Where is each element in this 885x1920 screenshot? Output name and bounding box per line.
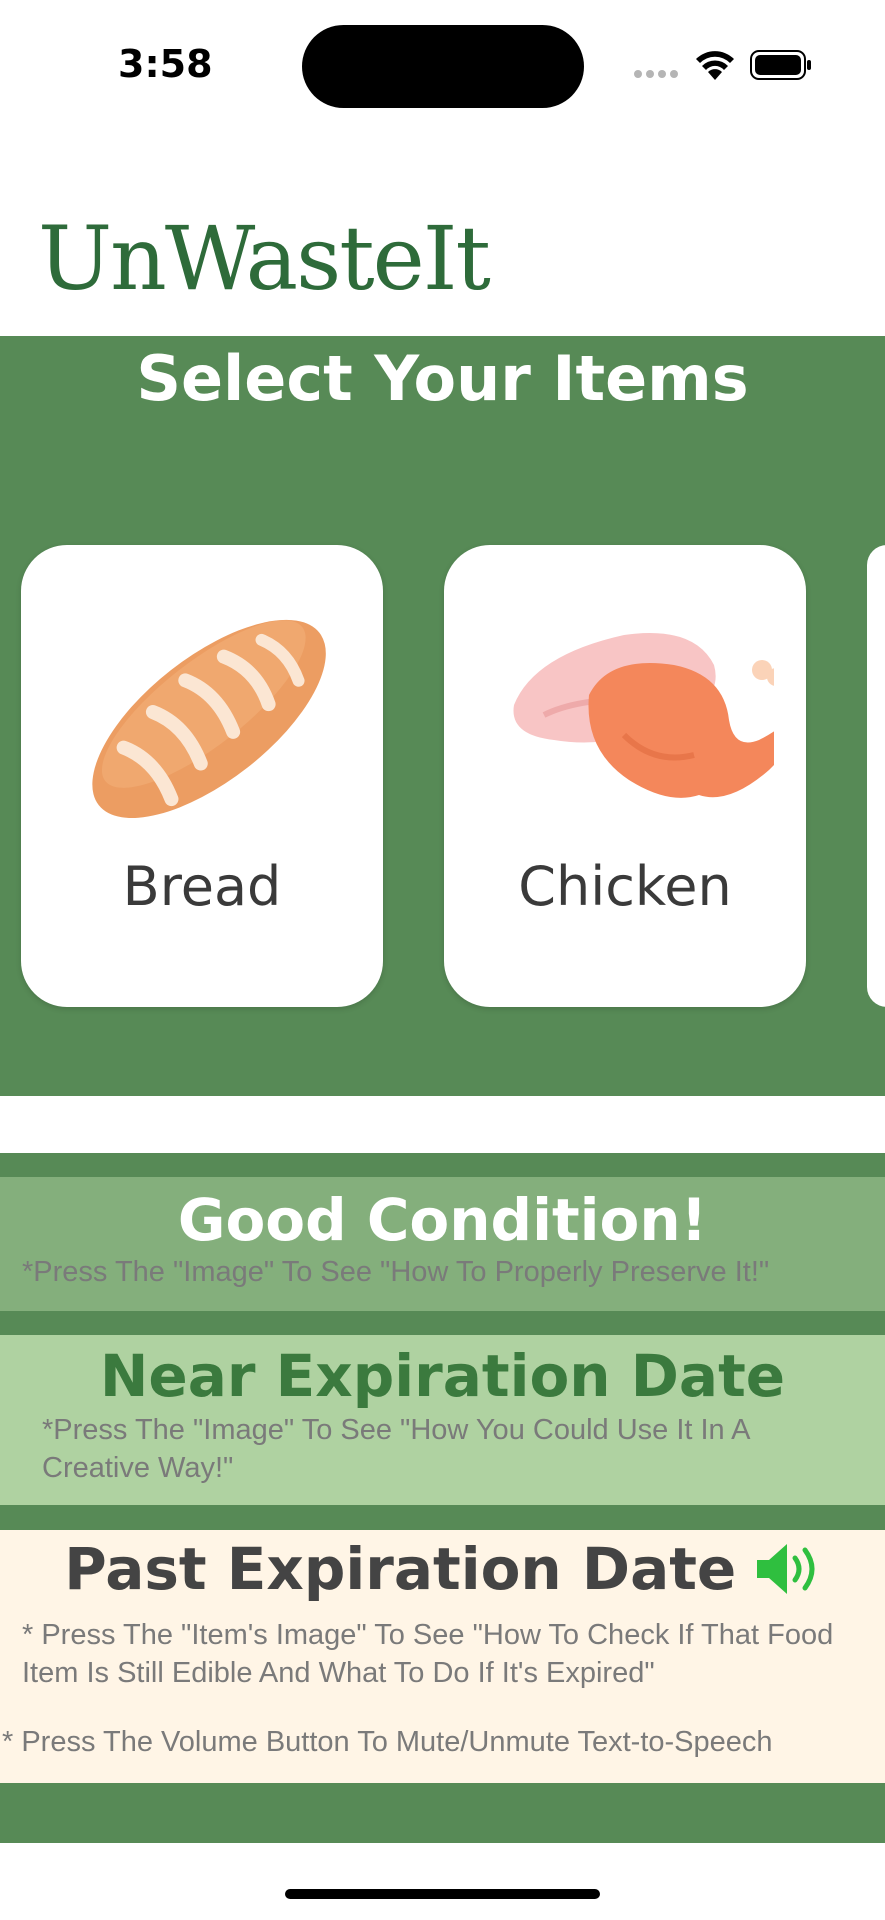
item-card-partial[interactable] xyxy=(867,545,885,1007)
item-card-chicken[interactable]: Chicken xyxy=(444,545,806,1007)
item-label-chicken: Chicken xyxy=(518,855,732,918)
item-card-bread[interactable]: Bread xyxy=(21,545,383,1007)
speaker-volume-icon[interactable] xyxy=(753,1540,821,1598)
legend-good-condition: Good Condition! *Press The "Image" To Se… xyxy=(0,1177,885,1311)
section-title: Select Your Items xyxy=(136,342,749,415)
legend-past-title: Past Expiration Date xyxy=(64,1535,737,1603)
wifi-icon xyxy=(696,51,734,80)
legend-good-title: Good Condition! xyxy=(177,1186,708,1254)
chicken-icon[interactable] xyxy=(484,585,774,845)
legend-near-title: Near Expiration Date xyxy=(99,1342,786,1410)
status-time: 3:58 xyxy=(118,42,213,86)
legend-past-header: Past Expiration Date xyxy=(0,1535,885,1603)
home-indicator[interactable] xyxy=(285,1889,600,1899)
status-bar: 3:58 xyxy=(0,0,885,130)
legend-volume-note: * Press The Volume Button To Mute/Unmute… xyxy=(2,1726,773,1758)
bread-icon[interactable] xyxy=(61,585,351,845)
legend-past-note: * Press The "Item's Image" To See "How T… xyxy=(22,1619,834,1689)
cellular-signal-icon xyxy=(634,70,680,80)
item-label-bread: Bread xyxy=(122,855,282,918)
legend-past-expiration: Past Expiration Date * Press The "Item's… xyxy=(0,1530,885,1783)
legend-good-note: *Press The "Image" To See "How To Proper… xyxy=(22,1256,770,1288)
battery-icon xyxy=(750,50,811,80)
dynamic-island xyxy=(302,25,584,108)
legend-near-note: *Press The "Image" To See "How You Could… xyxy=(42,1414,749,1484)
app-logo: UnWasteIt xyxy=(38,207,491,310)
legend-near-expiration: Near Expiration Date *Press The "Image" … xyxy=(0,1335,885,1505)
